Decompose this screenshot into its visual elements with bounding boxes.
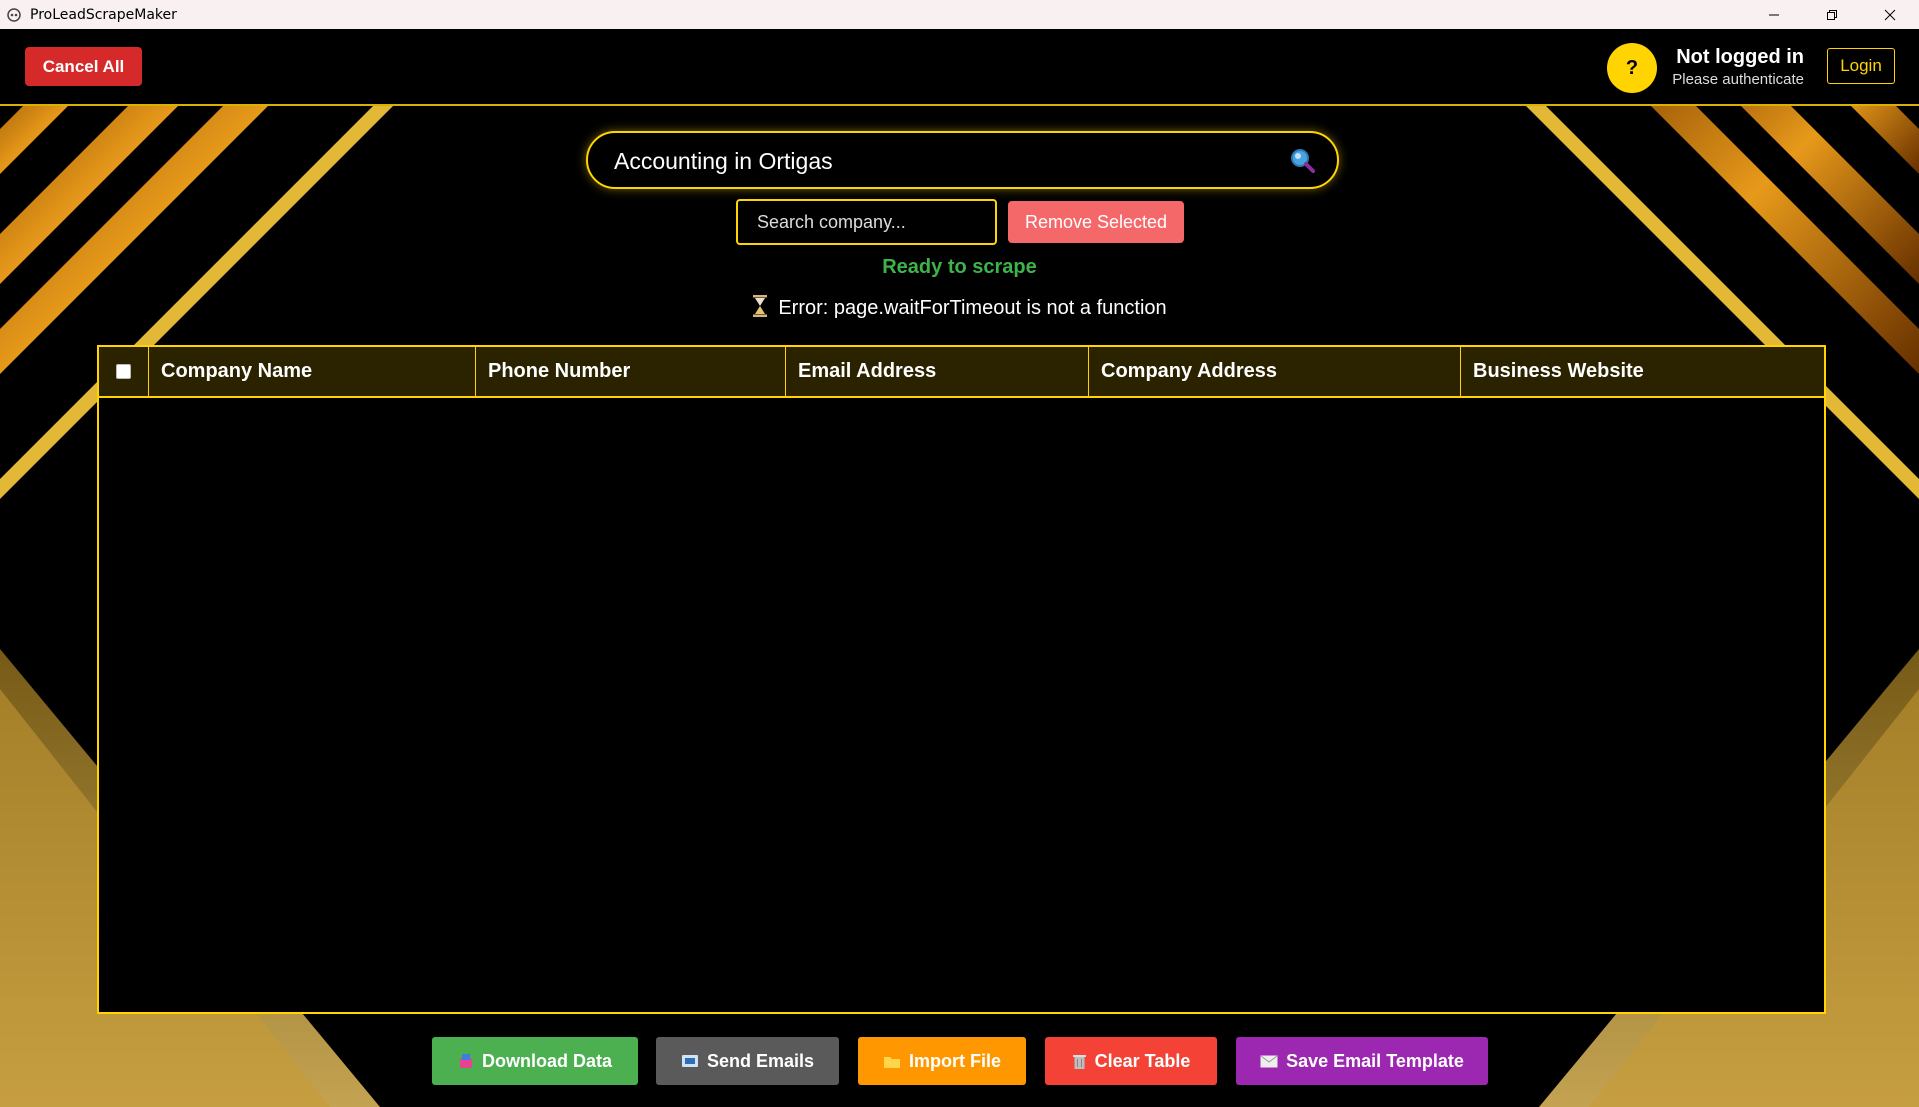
login-status-subtext: Please authenticate xyxy=(1672,71,1804,88)
import-file-label: Import File xyxy=(908,1050,1001,1071)
help-icon[interactable]: ? xyxy=(1607,43,1657,93)
close-icon[interactable] xyxy=(1861,0,1919,29)
minimize-icon[interactable] xyxy=(1745,0,1803,29)
window-title: ProLeadScrapeMaker xyxy=(30,6,177,23)
user-status: Not logged in Please authenticate xyxy=(1670,46,1804,88)
login-button[interactable]: Login xyxy=(1827,48,1895,84)
cancel-all-button[interactable]: Cancel All xyxy=(25,47,142,86)
restore-icon[interactable] xyxy=(1803,0,1861,29)
search-icon[interactable] xyxy=(1289,147,1315,178)
column-header-email-address[interactable]: Email Address xyxy=(786,347,1089,396)
table-header: Company Name Phone Number Email Address … xyxy=(99,347,1824,398)
envelope-icon xyxy=(1260,1055,1278,1068)
download-data-label: Download Data xyxy=(481,1050,612,1071)
save-email-template-label: Save Email Template xyxy=(1286,1050,1464,1071)
main-search-input[interactable] xyxy=(612,133,1276,189)
column-header-company-name[interactable]: Company Name xyxy=(149,347,476,396)
trash-icon xyxy=(1072,1053,1087,1070)
download-icon xyxy=(458,1053,474,1069)
select-all-checkbox-cell xyxy=(99,347,149,396)
clear-table-button[interactable]: Clear Table xyxy=(1045,1037,1217,1085)
hourglass-icon xyxy=(752,295,768,323)
send-emails-button[interactable]: Send Emails xyxy=(656,1037,839,1085)
remove-selected-button[interactable]: Remove Selected xyxy=(1008,201,1184,243)
main-search-box xyxy=(586,131,1339,189)
app-icon xyxy=(6,7,22,23)
clear-table-label: Clear Table xyxy=(1094,1050,1191,1071)
download-data-button[interactable]: Download Data xyxy=(432,1037,638,1085)
window-titlebar: ProLeadScrapeMaker xyxy=(0,0,1919,29)
select-all-checkbox[interactable] xyxy=(116,364,131,379)
company-search-input[interactable] xyxy=(738,201,992,243)
leads-table: Company Name Phone Number Email Address … xyxy=(97,345,1826,1014)
column-header-company-address[interactable]: Company Address xyxy=(1089,347,1461,396)
error-message: Error: page.waitForTimeout is not a func… xyxy=(778,297,1167,319)
save-email-template-button[interactable]: Save Email Template xyxy=(1236,1037,1488,1085)
folder-icon xyxy=(883,1054,901,1069)
column-header-phone-number[interactable]: Phone Number xyxy=(476,347,786,396)
send-emails-label: Send Emails xyxy=(706,1050,815,1071)
status-ready: Ready to scrape xyxy=(882,256,1037,278)
login-status-text: Not logged in xyxy=(1676,46,1804,68)
email-icon xyxy=(681,1054,699,1068)
company-search-box xyxy=(736,199,997,245)
status-error: Error: page.waitForTimeout is not a func… xyxy=(0,295,1919,323)
column-header-business-website[interactable]: Business Website xyxy=(1461,347,1824,396)
app-header: Cancel All ? Not logged in Please authen… xyxy=(0,29,1919,106)
import-file-button[interactable]: Import File xyxy=(858,1037,1026,1085)
